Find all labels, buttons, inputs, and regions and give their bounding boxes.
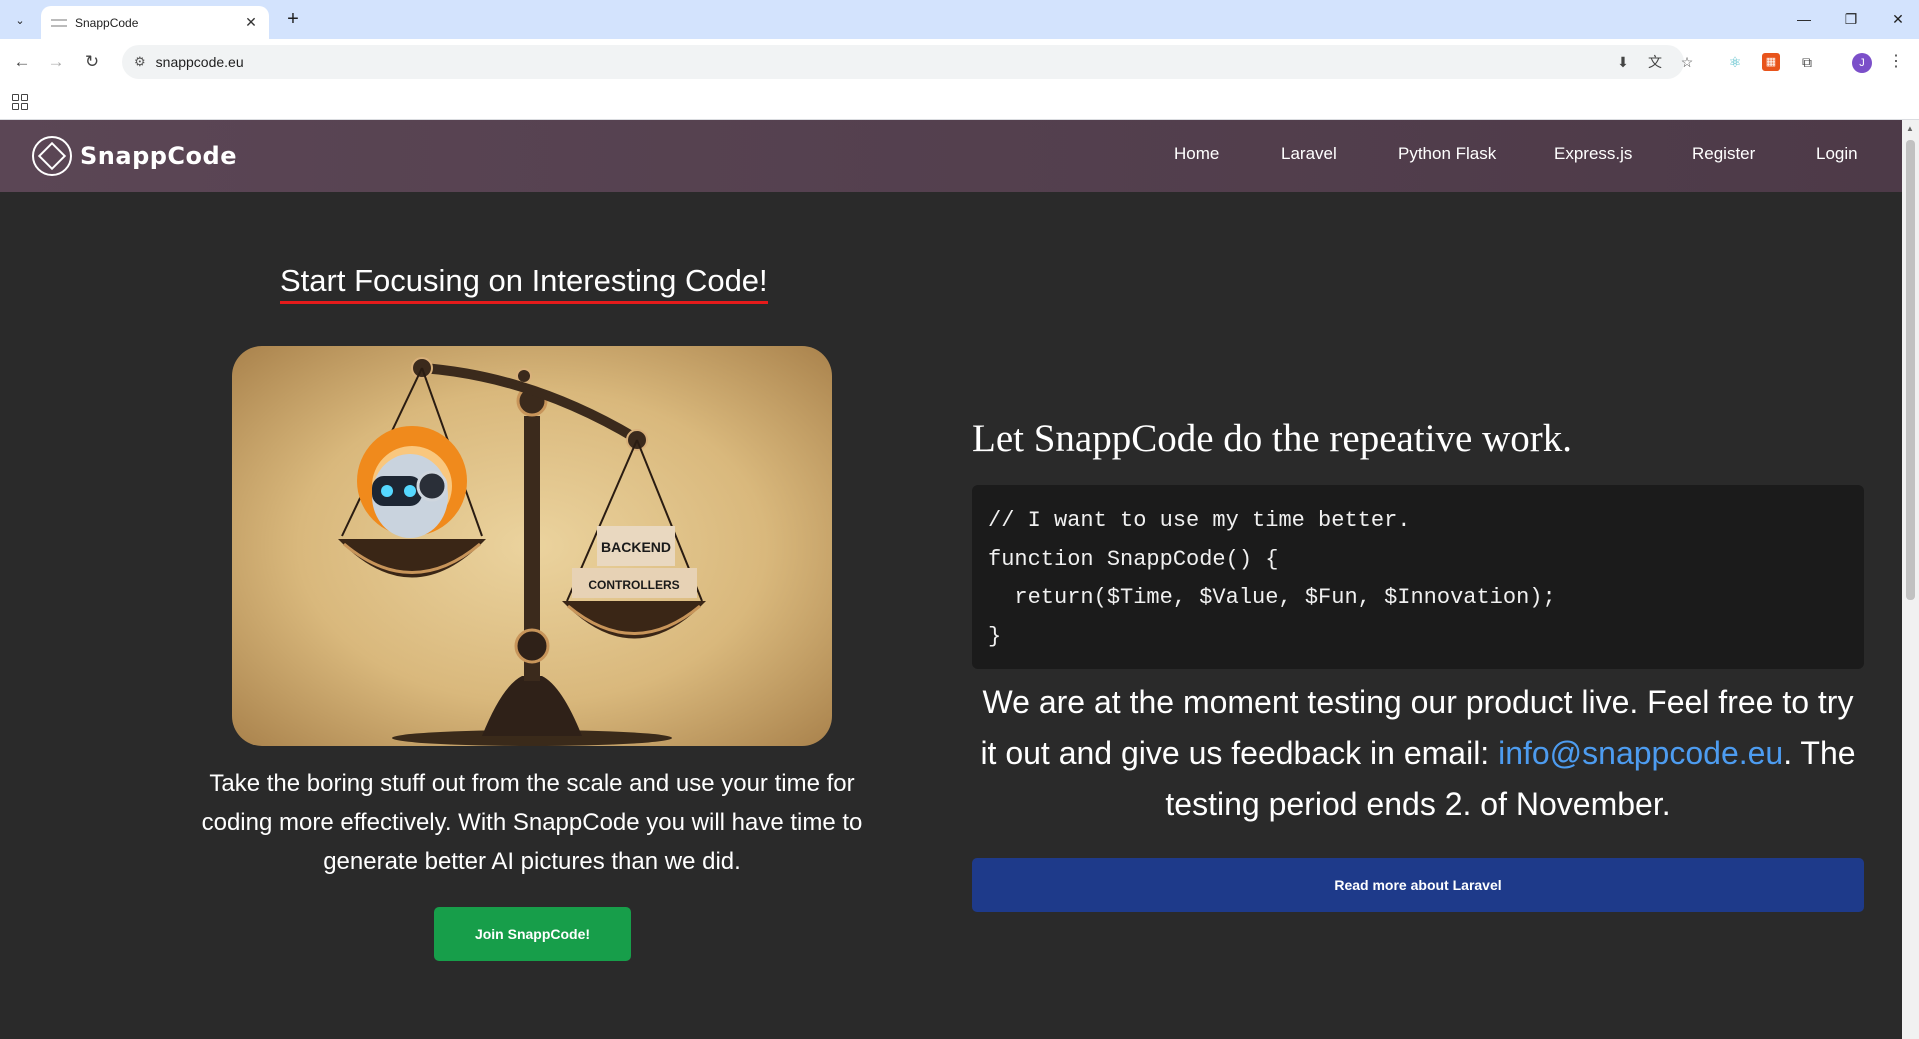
bookmarks-bar bbox=[0, 85, 1919, 120]
site-info-icon[interactable]: ⚙ bbox=[134, 54, 146, 70]
image-label-controllers: CONTROLLERS bbox=[588, 578, 679, 592]
email-link[interactable]: info@snappcode.eu bbox=[1498, 735, 1783, 771]
tab-title: SnappCode bbox=[75, 15, 139, 30]
back-icon[interactable]: ← bbox=[10, 50, 34, 74]
code-snippet: // I want to use my time better. function… bbox=[972, 485, 1864, 669]
install-app-icon[interactable]: ⬇ bbox=[1614, 53, 1632, 71]
nav-links: Home Laravel Python Flask Express.js Reg… bbox=[0, 144, 1902, 168]
nav-expressjs[interactable]: Express.js bbox=[1554, 144, 1632, 164]
extension-orange-icon[interactable]: ▦ bbox=[1762, 53, 1780, 71]
site-favicon-icon bbox=[51, 18, 67, 27]
new-tab-button[interactable]: + bbox=[282, 9, 304, 31]
browser-tab[interactable]: SnappCode ✕ bbox=[41, 6, 269, 39]
code-line: // I want to use my time better. bbox=[988, 508, 1411, 533]
code-line: return($Time, $Value, $Fun, $Innovation)… bbox=[988, 585, 1556, 610]
minimize-icon[interactable]: — bbox=[1793, 8, 1815, 30]
page-scrollbar[interactable]: ▲ bbox=[1902, 120, 1919, 1039]
browser-menu-icon[interactable]: ⋮ bbox=[1888, 51, 1904, 71]
tab-search-chevron-icon[interactable]: ⌄ bbox=[8, 8, 32, 32]
browser-tab-strip: ⌄ SnappCode ✕ + — ❐ ✕ bbox=[0, 0, 1919, 39]
scroll-thumb[interactable] bbox=[1906, 140, 1915, 600]
right-heading: Let SnappCode do the repeative work. bbox=[972, 417, 1572, 460]
scroll-up-icon[interactable]: ▲ bbox=[1906, 124, 1914, 133]
nav-laravel[interactable]: Laravel bbox=[1281, 144, 1337, 164]
forward-icon[interactable]: → bbox=[44, 50, 68, 74]
url-text[interactable]: snappcode.eu bbox=[156, 54, 244, 70]
restore-icon[interactable]: ❐ bbox=[1840, 8, 1862, 30]
nav-login[interactable]: Login bbox=[1816, 144, 1858, 164]
join-button[interactable]: Join SnappCode! bbox=[434, 907, 631, 961]
browser-toolbar: ← → ↻ ⚙ snappcode.eu ⬇ 文 ☆ ⚛ ▦ ⧉ J ⋮ bbox=[0, 39, 1919, 85]
hero-scale-image: BACKEND CONTROLLERS bbox=[232, 346, 832, 746]
code-line: function SnappCode() { bbox=[988, 546, 1279, 572]
profile-avatar[interactable]: J bbox=[1852, 53, 1872, 73]
bookmark-star-icon[interactable]: ☆ bbox=[1678, 53, 1696, 71]
address-bar[interactable]: ⚙ snappcode.eu ⬇ 文 ☆ bbox=[122, 45, 1693, 79]
hero-description: Take the boring stuff out from the scale… bbox=[201, 770, 863, 875]
extensions-puzzle-icon[interactable]: ⧉ bbox=[1798, 53, 1816, 71]
testing-info-text: We are at the moment testing our product… bbox=[972, 677, 1864, 830]
tab-close-icon[interactable]: ✕ bbox=[243, 14, 259, 31]
image-label-backend: BACKEND bbox=[601, 539, 671, 555]
reload-icon[interactable]: ↻ bbox=[80, 50, 104, 74]
translate-icon[interactable]: 文 bbox=[1646, 53, 1664, 71]
extension-react-icon[interactable]: ⚛ bbox=[1726, 53, 1744, 71]
page-viewport: SnappCode Home Laravel Python Flask Expr… bbox=[0, 120, 1902, 1039]
site-navbar: SnappCode Home Laravel Python Flask Expr… bbox=[0, 120, 1902, 192]
code-line: } bbox=[988, 623, 1002, 649]
nav-python-flask[interactable]: Python Flask bbox=[1398, 144, 1496, 164]
read-more-laravel-button[interactable]: Read more about Laravel bbox=[972, 858, 1864, 912]
window-close-icon[interactable]: ✕ bbox=[1887, 8, 1909, 30]
nav-home[interactable]: Home bbox=[1174, 144, 1219, 164]
hero-title: Start Focusing on Interesting Code! bbox=[280, 263, 768, 304]
apps-grid-icon[interactable] bbox=[12, 94, 28, 110]
nav-register[interactable]: Register bbox=[1692, 144, 1755, 164]
